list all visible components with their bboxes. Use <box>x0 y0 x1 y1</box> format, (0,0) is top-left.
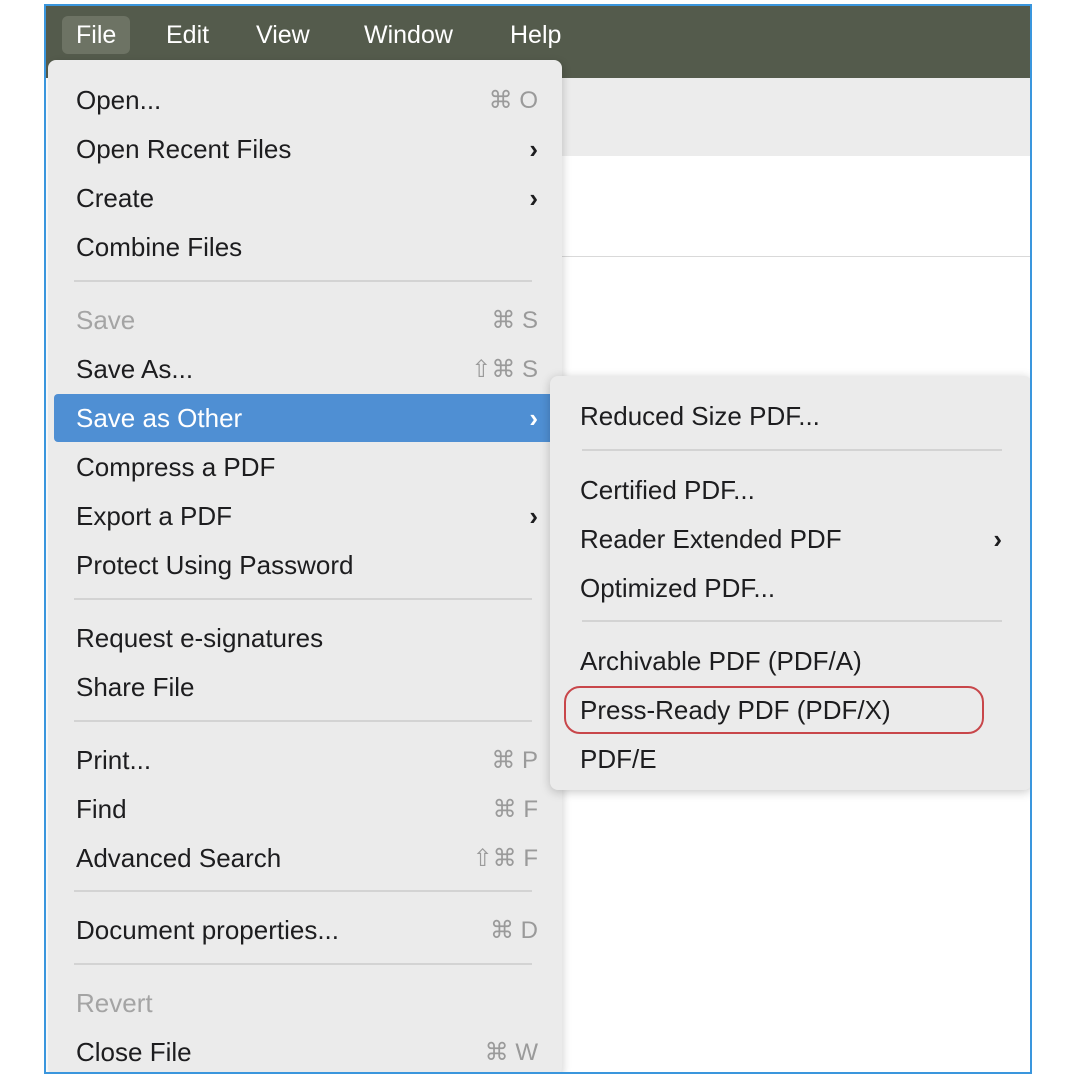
chevron-right-icon: › <box>529 402 538 433</box>
shortcut: ⌘ F <box>492 795 538 823</box>
menu-item-label: Optimized PDF... <box>580 572 776 603</box>
menu-separator <box>582 620 1002 622</box>
menu-item-label: Save As... <box>76 353 194 384</box>
menu-item-request-e-signatures[interactable]: Request e-signatures <box>54 614 556 662</box>
menu-item-label: Document properties... <box>76 914 340 945</box>
menu-view[interactable]: View <box>242 16 324 54</box>
shortcut: ⌘ W <box>484 1038 538 1066</box>
menu-item-label: Archivable PDF (PDF/A) <box>580 645 862 676</box>
menu-item-create[interactable]: Create › <box>54 174 556 222</box>
shortcut: ⌘ O <box>488 86 538 114</box>
menu-item-save: Save ⌘ S <box>54 296 556 344</box>
chevron-right-icon: › <box>529 500 538 531</box>
menu-help[interactable]: Help <box>496 16 575 54</box>
shortcut: ⌘ P <box>491 746 538 774</box>
shortcut: ⇧⌘ F <box>472 844 538 872</box>
app-window: File Edit View Window Help Open... ⌘ O O… <box>44 4 1032 1074</box>
menu-item-document-properties[interactable]: Document properties... ⌘ D <box>54 906 556 954</box>
menu-item-protect-using-password[interactable]: Protect Using Password <box>54 541 556 589</box>
menu-item-advanced-search[interactable]: Advanced Search ⇧⌘ F <box>54 834 556 882</box>
menu-item-label: Close File <box>76 1036 192 1067</box>
menu-item-export-a-pdf[interactable]: Export a PDF › <box>54 492 556 540</box>
menu-item-label: Export a PDF <box>76 500 233 531</box>
shortcut: ⇧⌘ S <box>471 355 538 383</box>
menu-item-label: Reader Extended PDF <box>580 523 842 554</box>
menu-item-combine-files[interactable]: Combine Files <box>54 223 556 271</box>
menu-item-label: Share File <box>76 671 195 702</box>
menu-file[interactable]: File <box>62 16 131 54</box>
menu-item-share-file[interactable]: Share File <box>54 663 556 711</box>
menu-item-save-as-other[interactable]: Save as Other › <box>54 394 556 442</box>
menu-item-label: Compress a PDF <box>76 451 276 482</box>
shortcut: ⌘ D <box>490 916 538 944</box>
menu-separator <box>74 280 532 282</box>
menu-separator <box>74 890 532 892</box>
submenu-item-press-ready-pdf[interactable]: Press-Ready PDF (PDF/X) <box>558 686 1024 734</box>
submenu-item-certified-pdf[interactable]: Certified PDF... <box>558 466 1024 514</box>
chevron-right-icon: › <box>993 523 1002 554</box>
toolbar-area <box>546 78 1030 156</box>
chevron-right-icon: › <box>529 182 538 213</box>
menu-item-print[interactable]: Print... ⌘ P <box>54 736 556 784</box>
submenu-item-pdf-e[interactable]: PDF/E <box>558 735 1024 783</box>
menu-edit[interactable]: Edit <box>152 16 223 54</box>
menu-item-label: Create <box>76 182 155 213</box>
menu-item-compress-a-pdf[interactable]: Compress a PDF <box>54 443 556 491</box>
menu-item-revert: Revert <box>54 979 556 1027</box>
menu-separator <box>74 598 532 600</box>
menu-separator <box>74 720 532 722</box>
submenu-item-reader-extended-pdf[interactable]: Reader Extended PDF › <box>558 515 1024 563</box>
menu-item-label: Advanced Search <box>76 842 282 873</box>
chevron-right-icon: › <box>529 133 538 164</box>
menu-item-open[interactable]: Open... ⌘ O <box>54 76 556 124</box>
menu-item-label: Open... <box>76 84 162 115</box>
shortcut: ⌘ S <box>491 306 538 334</box>
menu-separator <box>74 963 532 965</box>
menu-item-label: Find <box>76 793 127 824</box>
menu-item-open-recent-files[interactable]: Open Recent Files › <box>54 125 556 173</box>
menu-item-label: Print... <box>76 744 152 775</box>
menu-item-close-file[interactable]: Close File ⌘ W <box>54 1028 556 1072</box>
menu-item-label: PDF/E <box>580 743 657 774</box>
save-as-other-submenu: Reduced Size PDF... Certified PDF... Rea… <box>550 376 1030 790</box>
document-divider <box>546 256 1030 257</box>
menu-item-label: Reduced Size PDF... <box>580 400 820 431</box>
submenu-item-reduced-size-pdf[interactable]: Reduced Size PDF... <box>558 392 1024 440</box>
submenu-item-optimized-pdf[interactable]: Optimized PDF... <box>558 564 1024 612</box>
menu-item-label: Combine Files <box>76 231 243 262</box>
menu-item-label: Save <box>76 304 136 335</box>
menu-item-label: Revert <box>76 987 153 1018</box>
menu-item-label: Certified PDF... <box>580 474 755 505</box>
menu-item-label: Protect Using Password <box>76 549 354 580</box>
menu-item-save-as[interactable]: Save As... ⇧⌘ S <box>54 345 556 393</box>
menu-item-find[interactable]: Find ⌘ F <box>54 785 556 833</box>
menu-item-label: Request e-signatures <box>76 622 324 653</box>
file-menu-dropdown: Open... ⌘ O Open Recent Files › Create ›… <box>48 60 562 1072</box>
menu-separator <box>582 449 1002 451</box>
menu-item-label: Press-Ready PDF (PDF/X) <box>580 694 891 725</box>
menu-item-label: Open Recent Files <box>76 133 292 164</box>
menu-window[interactable]: Window <box>350 16 467 54</box>
menu-item-label: Save as Other <box>76 402 243 433</box>
submenu-item-archivable-pdf[interactable]: Archivable PDF (PDF/A) <box>558 637 1024 685</box>
